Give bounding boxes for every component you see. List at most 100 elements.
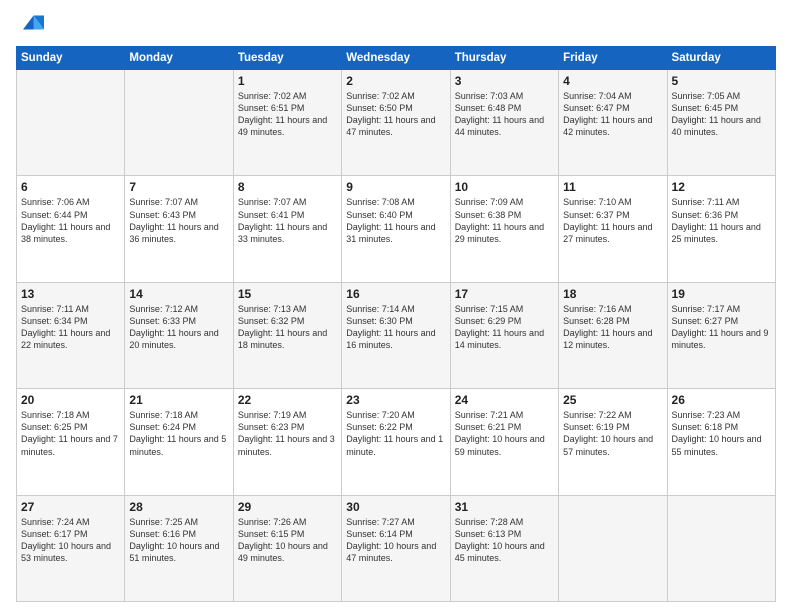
cell-text: Sunrise: 7:18 AM Sunset: 6:25 PM Dayligh… [21, 409, 120, 458]
calendar-cell: 25 Sunrise: 7:22 AM Sunset: 6:19 PM Dayli… [559, 389, 667, 495]
day-number: 28 [129, 500, 228, 514]
day-number: 4 [563, 74, 662, 88]
header [16, 12, 776, 40]
day-number: 14 [129, 287, 228, 301]
day-number: 2 [346, 74, 445, 88]
calendar-table: SundayMondayTuesdayWednesdayThursdayFrid… [16, 46, 776, 602]
day-number: 19 [672, 287, 771, 301]
day-number: 10 [455, 180, 554, 194]
cell-text: Sunrise: 7:11 AM Sunset: 6:34 PM Dayligh… [21, 303, 120, 352]
cell-text: Sunrise: 7:28 AM Sunset: 6:13 PM Dayligh… [455, 516, 554, 565]
cell-text: Sunrise: 7:15 AM Sunset: 6:29 PM Dayligh… [455, 303, 554, 352]
calendar-cell: 30 Sunrise: 7:27 AM Sunset: 6:14 PM Dayli… [342, 495, 450, 601]
cell-text: Sunrise: 7:07 AM Sunset: 6:41 PM Dayligh… [238, 196, 337, 245]
cell-text: Sunrise: 7:20 AM Sunset: 6:22 PM Dayligh… [346, 409, 445, 458]
calendar-cell: 9Sunrise: 7:08 AM Sunset: 6:40 PM Daylig… [342, 176, 450, 282]
cell-text: Sunrise: 7:21 AM Sunset: 6:21 PM Dayligh… [455, 409, 554, 458]
day-number: 3 [455, 74, 554, 88]
cell-text: Sunrise: 7:16 AM Sunset: 6:28 PM Dayligh… [563, 303, 662, 352]
cell-text: Sunrise: 7:24 AM Sunset: 6:17 PM Dayligh… [21, 516, 120, 565]
calendar-cell: 14Sunrise: 7:12 AM Sunset: 6:33 PM Dayli… [125, 282, 233, 388]
day-number: 8 [238, 180, 337, 194]
weekday-header-monday: Monday [125, 47, 233, 70]
calendar-cell: 23 Sunrise: 7:20 AM Sunset: 6:22 PM Dayli… [342, 389, 450, 495]
calendar-cell [125, 70, 233, 176]
cell-text: Sunrise: 7:10 AM Sunset: 6:37 PM Dayligh… [563, 196, 662, 245]
calendar-cell: 31 Sunrise: 7:28 AM Sunset: 6:13 PM Dayli… [450, 495, 558, 601]
weekday-header-friday: Friday [559, 47, 667, 70]
cell-text: Sunrise: 7:09 AM Sunset: 6:38 PM Dayligh… [455, 196, 554, 245]
weekday-header-row: SundayMondayTuesdayWednesdayThursdayFrid… [17, 47, 776, 70]
calendar-cell: 7 Sunrise: 7:07 AM Sunset: 6:43 PM Daylig… [125, 176, 233, 282]
cell-text: Sunrise: 7:27 AM Sunset: 6:14 PM Dayligh… [346, 516, 445, 565]
day-number: 23 [346, 393, 445, 407]
calendar-week-5: 27 Sunrise: 7:24 AM Sunset: 6:17 PM Dayli… [17, 495, 776, 601]
calendar-cell: 3 Sunrise: 7:03 AM Sunset: 6:48 PM Daylig… [450, 70, 558, 176]
calendar-cell: 12Sunrise: 7:11 AM Sunset: 6:36 PM Dayli… [667, 176, 775, 282]
day-number: 26 [672, 393, 771, 407]
calendar-cell: 17 Sunrise: 7:15 AM Sunset: 6:29 PM Dayli… [450, 282, 558, 388]
day-number: 6 [21, 180, 120, 194]
cell-text: Sunrise: 7:25 AM Sunset: 6:16 PM Dayligh… [129, 516, 228, 565]
day-number: 1 [238, 74, 337, 88]
day-number: 27 [21, 500, 120, 514]
cell-text: Sunrise: 7:22 AM Sunset: 6:19 PM Dayligh… [563, 409, 662, 458]
calendar-cell: 4Sunrise: 7:04 AM Sunset: 6:47 PM Daylig… [559, 70, 667, 176]
calendar-week-3: 13Sunrise: 7:11 AM Sunset: 6:34 PM Dayli… [17, 282, 776, 388]
weekday-header-saturday: Saturday [667, 47, 775, 70]
cell-text: Sunrise: 7:26 AM Sunset: 6:15 PM Dayligh… [238, 516, 337, 565]
calendar-cell: 24 Sunrise: 7:21 AM Sunset: 6:21 PM Dayli… [450, 389, 558, 495]
weekday-header-thursday: Thursday [450, 47, 558, 70]
day-number: 21 [129, 393, 228, 407]
cell-text: Sunrise: 7:06 AM Sunset: 6:44 PM Dayligh… [21, 196, 120, 245]
calendar-cell: 8 Sunrise: 7:07 AM Sunset: 6:41 PM Daylig… [233, 176, 341, 282]
cell-text: Sunrise: 7:18 AM Sunset: 6:24 PM Dayligh… [129, 409, 228, 458]
calendar-cell [17, 70, 125, 176]
day-number: 29 [238, 500, 337, 514]
calendar-cell: 10 Sunrise: 7:09 AM Sunset: 6:38 PM Dayli… [450, 176, 558, 282]
calendar-cell: 20 Sunrise: 7:18 AM Sunset: 6:25 PM Dayli… [17, 389, 125, 495]
day-number: 17 [455, 287, 554, 301]
day-number: 30 [346, 500, 445, 514]
calendar-week-4: 20 Sunrise: 7:18 AM Sunset: 6:25 PM Dayli… [17, 389, 776, 495]
calendar-week-1: 1 Sunrise: 7:02 AM Sunset: 6:51 PM Daylig… [17, 70, 776, 176]
calendar-cell: 13Sunrise: 7:11 AM Sunset: 6:34 PM Dayli… [17, 282, 125, 388]
calendar-cell [667, 495, 775, 601]
day-number: 22 [238, 393, 337, 407]
calendar-cell: 6 Sunrise: 7:06 AM Sunset: 6:44 PM Daylig… [17, 176, 125, 282]
calendar-week-2: 6 Sunrise: 7:06 AM Sunset: 6:44 PM Daylig… [17, 176, 776, 282]
weekday-header-sunday: Sunday [17, 47, 125, 70]
calendar-cell: 15Sunrise: 7:13 AM Sunset: 6:32 PM Dayli… [233, 282, 341, 388]
calendar-cell: 28 Sunrise: 7:25 AM Sunset: 6:16 PM Dayli… [125, 495, 233, 601]
day-number: 18 [563, 287, 662, 301]
day-number: 31 [455, 500, 554, 514]
day-number: 7 [129, 180, 228, 194]
calendar-cell: 29 Sunrise: 7:26 AM Sunset: 6:15 PM Dayli… [233, 495, 341, 601]
calendar-cell: 18 Sunrise: 7:16 AM Sunset: 6:28 PM Dayli… [559, 282, 667, 388]
day-number: 5 [672, 74, 771, 88]
day-number: 9 [346, 180, 445, 194]
calendar-cell: 19 Sunrise: 7:17 AM Sunset: 6:27 PM Dayli… [667, 282, 775, 388]
weekday-header-tuesday: Tuesday [233, 47, 341, 70]
cell-text: Sunrise: 7:14 AM Sunset: 6:30 PM Dayligh… [346, 303, 445, 352]
calendar-page: SundayMondayTuesdayWednesdayThursdayFrid… [0, 0, 792, 612]
weekday-header-wednesday: Wednesday [342, 47, 450, 70]
logo-icon [16, 12, 44, 40]
day-number: 12 [672, 180, 771, 194]
day-number: 24 [455, 393, 554, 407]
cell-text: Sunrise: 7:23 AM Sunset: 6:18 PM Dayligh… [672, 409, 771, 458]
cell-text: Sunrise: 7:02 AM Sunset: 6:51 PM Dayligh… [238, 90, 337, 139]
calendar-cell: 5Sunrise: 7:05 AM Sunset: 6:45 PM Daylig… [667, 70, 775, 176]
cell-text: Sunrise: 7:19 AM Sunset: 6:23 PM Dayligh… [238, 409, 337, 458]
day-number: 25 [563, 393, 662, 407]
cell-text: Sunrise: 7:17 AM Sunset: 6:27 PM Dayligh… [672, 303, 771, 352]
calendar-cell: 1 Sunrise: 7:02 AM Sunset: 6:51 PM Daylig… [233, 70, 341, 176]
cell-text: Sunrise: 7:07 AM Sunset: 6:43 PM Dayligh… [129, 196, 228, 245]
calendar-cell: 22 Sunrise: 7:19 AM Sunset: 6:23 PM Dayli… [233, 389, 341, 495]
cell-text: Sunrise: 7:13 AM Sunset: 6:32 PM Dayligh… [238, 303, 337, 352]
calendar-cell [559, 495, 667, 601]
cell-text: Sunrise: 7:03 AM Sunset: 6:48 PM Dayligh… [455, 90, 554, 139]
day-number: 20 [21, 393, 120, 407]
calendar-cell: 11Sunrise: 7:10 AM Sunset: 6:37 PM Dayli… [559, 176, 667, 282]
calendar-cell: 26 Sunrise: 7:23 AM Sunset: 6:18 PM Dayli… [667, 389, 775, 495]
